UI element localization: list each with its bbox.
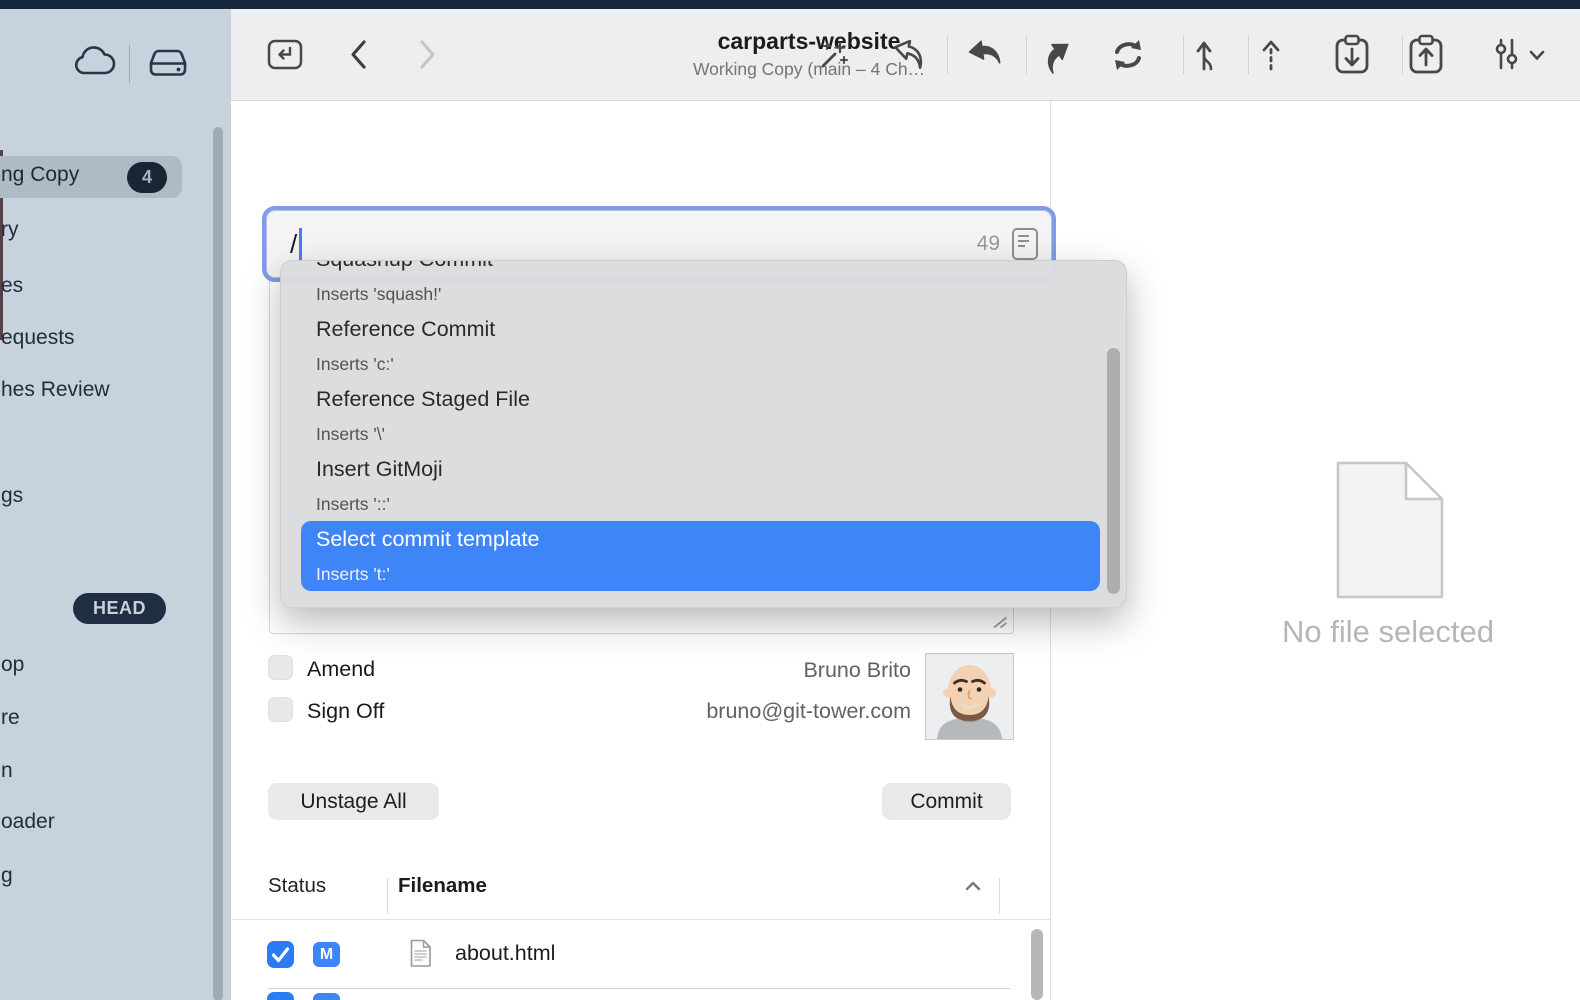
sidebar-item-label: ng Copy bbox=[1, 163, 79, 187]
file-icon bbox=[409, 939, 432, 968]
commit-template-icon[interactable] bbox=[1012, 228, 1038, 260]
sidebar-branch-item[interactable]: g bbox=[0, 862, 206, 890]
column-header-status[interactable]: Status bbox=[268, 873, 326, 899]
sidebar-item-branches[interactable]: es bbox=[0, 272, 206, 300]
sidebar-item-tags[interactable]: gs bbox=[0, 482, 206, 510]
amend-checkbox[interactable] bbox=[268, 655, 293, 680]
stage-checkbox-partial[interactable] bbox=[267, 992, 294, 1000]
toolbar-divider bbox=[1026, 36, 1027, 74]
popover-scrollbar[interactable] bbox=[1107, 348, 1120, 594]
amend-label: Amend bbox=[307, 656, 375, 682]
avatar bbox=[925, 653, 1014, 740]
file-detail-panel: No file selected bbox=[1051, 101, 1580, 1000]
status-badge-modified: M bbox=[313, 942, 340, 967]
author-email: bruno@git-tower.com bbox=[600, 698, 911, 724]
workspace-icon[interactable] bbox=[266, 36, 304, 72]
toolbar-divider bbox=[1402, 36, 1403, 74]
sidebar: ng Copy 4 ry es equests hes Review gs HE… bbox=[0, 9, 231, 1000]
unstage-all-button[interactable]: Unstage All bbox=[268, 783, 439, 820]
forward-icon[interactable] bbox=[415, 38, 439, 71]
status-badge-partial bbox=[313, 993, 340, 1000]
column-divider[interactable] bbox=[999, 878, 1000, 914]
sidebar-branch-item[interactable]: oader bbox=[0, 808, 206, 836]
autocomplete-item-reference-commit[interactable]: Reference Commit Inserts 'c:' bbox=[281, 311, 1126, 381]
sidebar-branch-item[interactable]: n bbox=[0, 757, 206, 785]
sign-off-checkbox[interactable] bbox=[268, 697, 293, 722]
subject-input-value: / bbox=[290, 229, 297, 260]
autocomplete-item-subtitle: Inserts 'squash!' bbox=[316, 278, 1126, 310]
stage-checkbox-checked[interactable] bbox=[267, 941, 294, 968]
column-divider[interactable] bbox=[387, 878, 388, 914]
character-counter: 49 bbox=[977, 232, 1000, 256]
back-icon[interactable] bbox=[347, 38, 371, 71]
stash-apply-icon[interactable] bbox=[1407, 34, 1445, 76]
push-icon[interactable] bbox=[1261, 35, 1281, 75]
wand-icon[interactable] bbox=[815, 37, 851, 73]
sync-icon[interactable] bbox=[1105, 36, 1151, 74]
redo-arrow-icon[interactable] bbox=[887, 35, 929, 75]
toolbar-divider bbox=[1248, 36, 1249, 74]
resize-grip-icon[interactable] bbox=[992, 616, 1008, 629]
row-divider bbox=[268, 988, 1010, 989]
sidebar-scrollbar[interactable] bbox=[213, 127, 223, 1000]
text-caret bbox=[299, 228, 302, 260]
autocomplete-item-title: Insert GitMoji bbox=[316, 451, 1126, 488]
sign-off-label: Sign Off bbox=[307, 698, 384, 724]
autocomplete-item-title: Reference Commit bbox=[316, 311, 1126, 348]
undo-arrow-icon[interactable] bbox=[963, 35, 1005, 75]
sidebar-item-branches-review[interactable]: hes Review bbox=[0, 376, 206, 404]
commit-autocomplete-popover: Squashup Commit Inserts 'squash!' Refere… bbox=[280, 260, 1127, 608]
autocomplete-item-subtitle: Inserts '::' bbox=[316, 488, 1126, 520]
autocomplete-item-select-commit-template[interactable]: Select commit template Inserts 't:' bbox=[301, 521, 1100, 591]
pull-icon[interactable] bbox=[1194, 35, 1218, 75]
empty-state-text: No file selected bbox=[1188, 614, 1580, 650]
sidebar-header-divider bbox=[129, 45, 130, 83]
sidebar-branch-item[interactable]: op bbox=[0, 651, 206, 679]
toolbar: carparts-website Working Copy (main – 4 … bbox=[231, 9, 1580, 101]
file-list-scrollbar[interactable] bbox=[1031, 929, 1043, 1000]
autocomplete-item-title: Squashup Commit bbox=[316, 260, 1126, 278]
top-window-strip bbox=[0, 0, 1580, 9]
sidebar-branch-item[interactable]: re bbox=[0, 704, 206, 732]
sidebar-item-pull-requests[interactable]: equests bbox=[0, 324, 206, 352]
empty-file-icon bbox=[1334, 459, 1446, 601]
author-name: Bruno Brito bbox=[600, 657, 911, 683]
commit-button[interactable]: Commit bbox=[882, 783, 1011, 820]
autocomplete-item-subtitle: Inserts 'c:' bbox=[316, 348, 1126, 380]
app-window: ng Copy 4 ry es equests hes Review gs HE… bbox=[0, 0, 1580, 1000]
hard-drive-icon[interactable] bbox=[146, 44, 190, 82]
toolbar-divider bbox=[1183, 36, 1184, 74]
autocomplete-item-subtitle: Inserts 't:' bbox=[316, 558, 1100, 590]
autocomplete-item-title: Reference Staged File bbox=[316, 381, 1126, 418]
sort-ascending-icon[interactable] bbox=[964, 880, 982, 892]
autocomplete-item-squash-commit[interactable]: Squashup Commit Inserts 'squash!' bbox=[281, 260, 1126, 311]
sidebar-item-working-copy[interactable]: ng Copy 4 bbox=[0, 156, 182, 198]
merge-arrow-icon[interactable] bbox=[1037, 35, 1079, 75]
cloud-icon[interactable] bbox=[72, 44, 116, 82]
table-row[interactable]: M about.html bbox=[231, 920, 1031, 989]
chevron-down-icon[interactable] bbox=[1528, 49, 1546, 61]
view-options-icon[interactable] bbox=[1489, 36, 1523, 72]
changes-count-badge: 4 bbox=[127, 162, 167, 193]
stash-save-icon[interactable] bbox=[1333, 34, 1371, 76]
autocomplete-item-reference-staged-file[interactable]: Reference Staged File Inserts '\' bbox=[281, 381, 1126, 451]
head-badge: HEAD bbox=[73, 593, 166, 624]
autocomplete-item-insert-gitmoji[interactable]: Insert GitMoji Inserts '::' bbox=[281, 451, 1126, 521]
sidebar-item-history[interactable]: ry bbox=[0, 216, 206, 244]
column-header-filename[interactable]: Filename bbox=[398, 873, 487, 899]
filename-label: about.html bbox=[455, 941, 555, 966]
autocomplete-item-title: Select commit template bbox=[316, 521, 1100, 558]
autocomplete-item-subtitle: Inserts '\' bbox=[316, 418, 1126, 450]
toolbar-divider bbox=[947, 36, 948, 74]
